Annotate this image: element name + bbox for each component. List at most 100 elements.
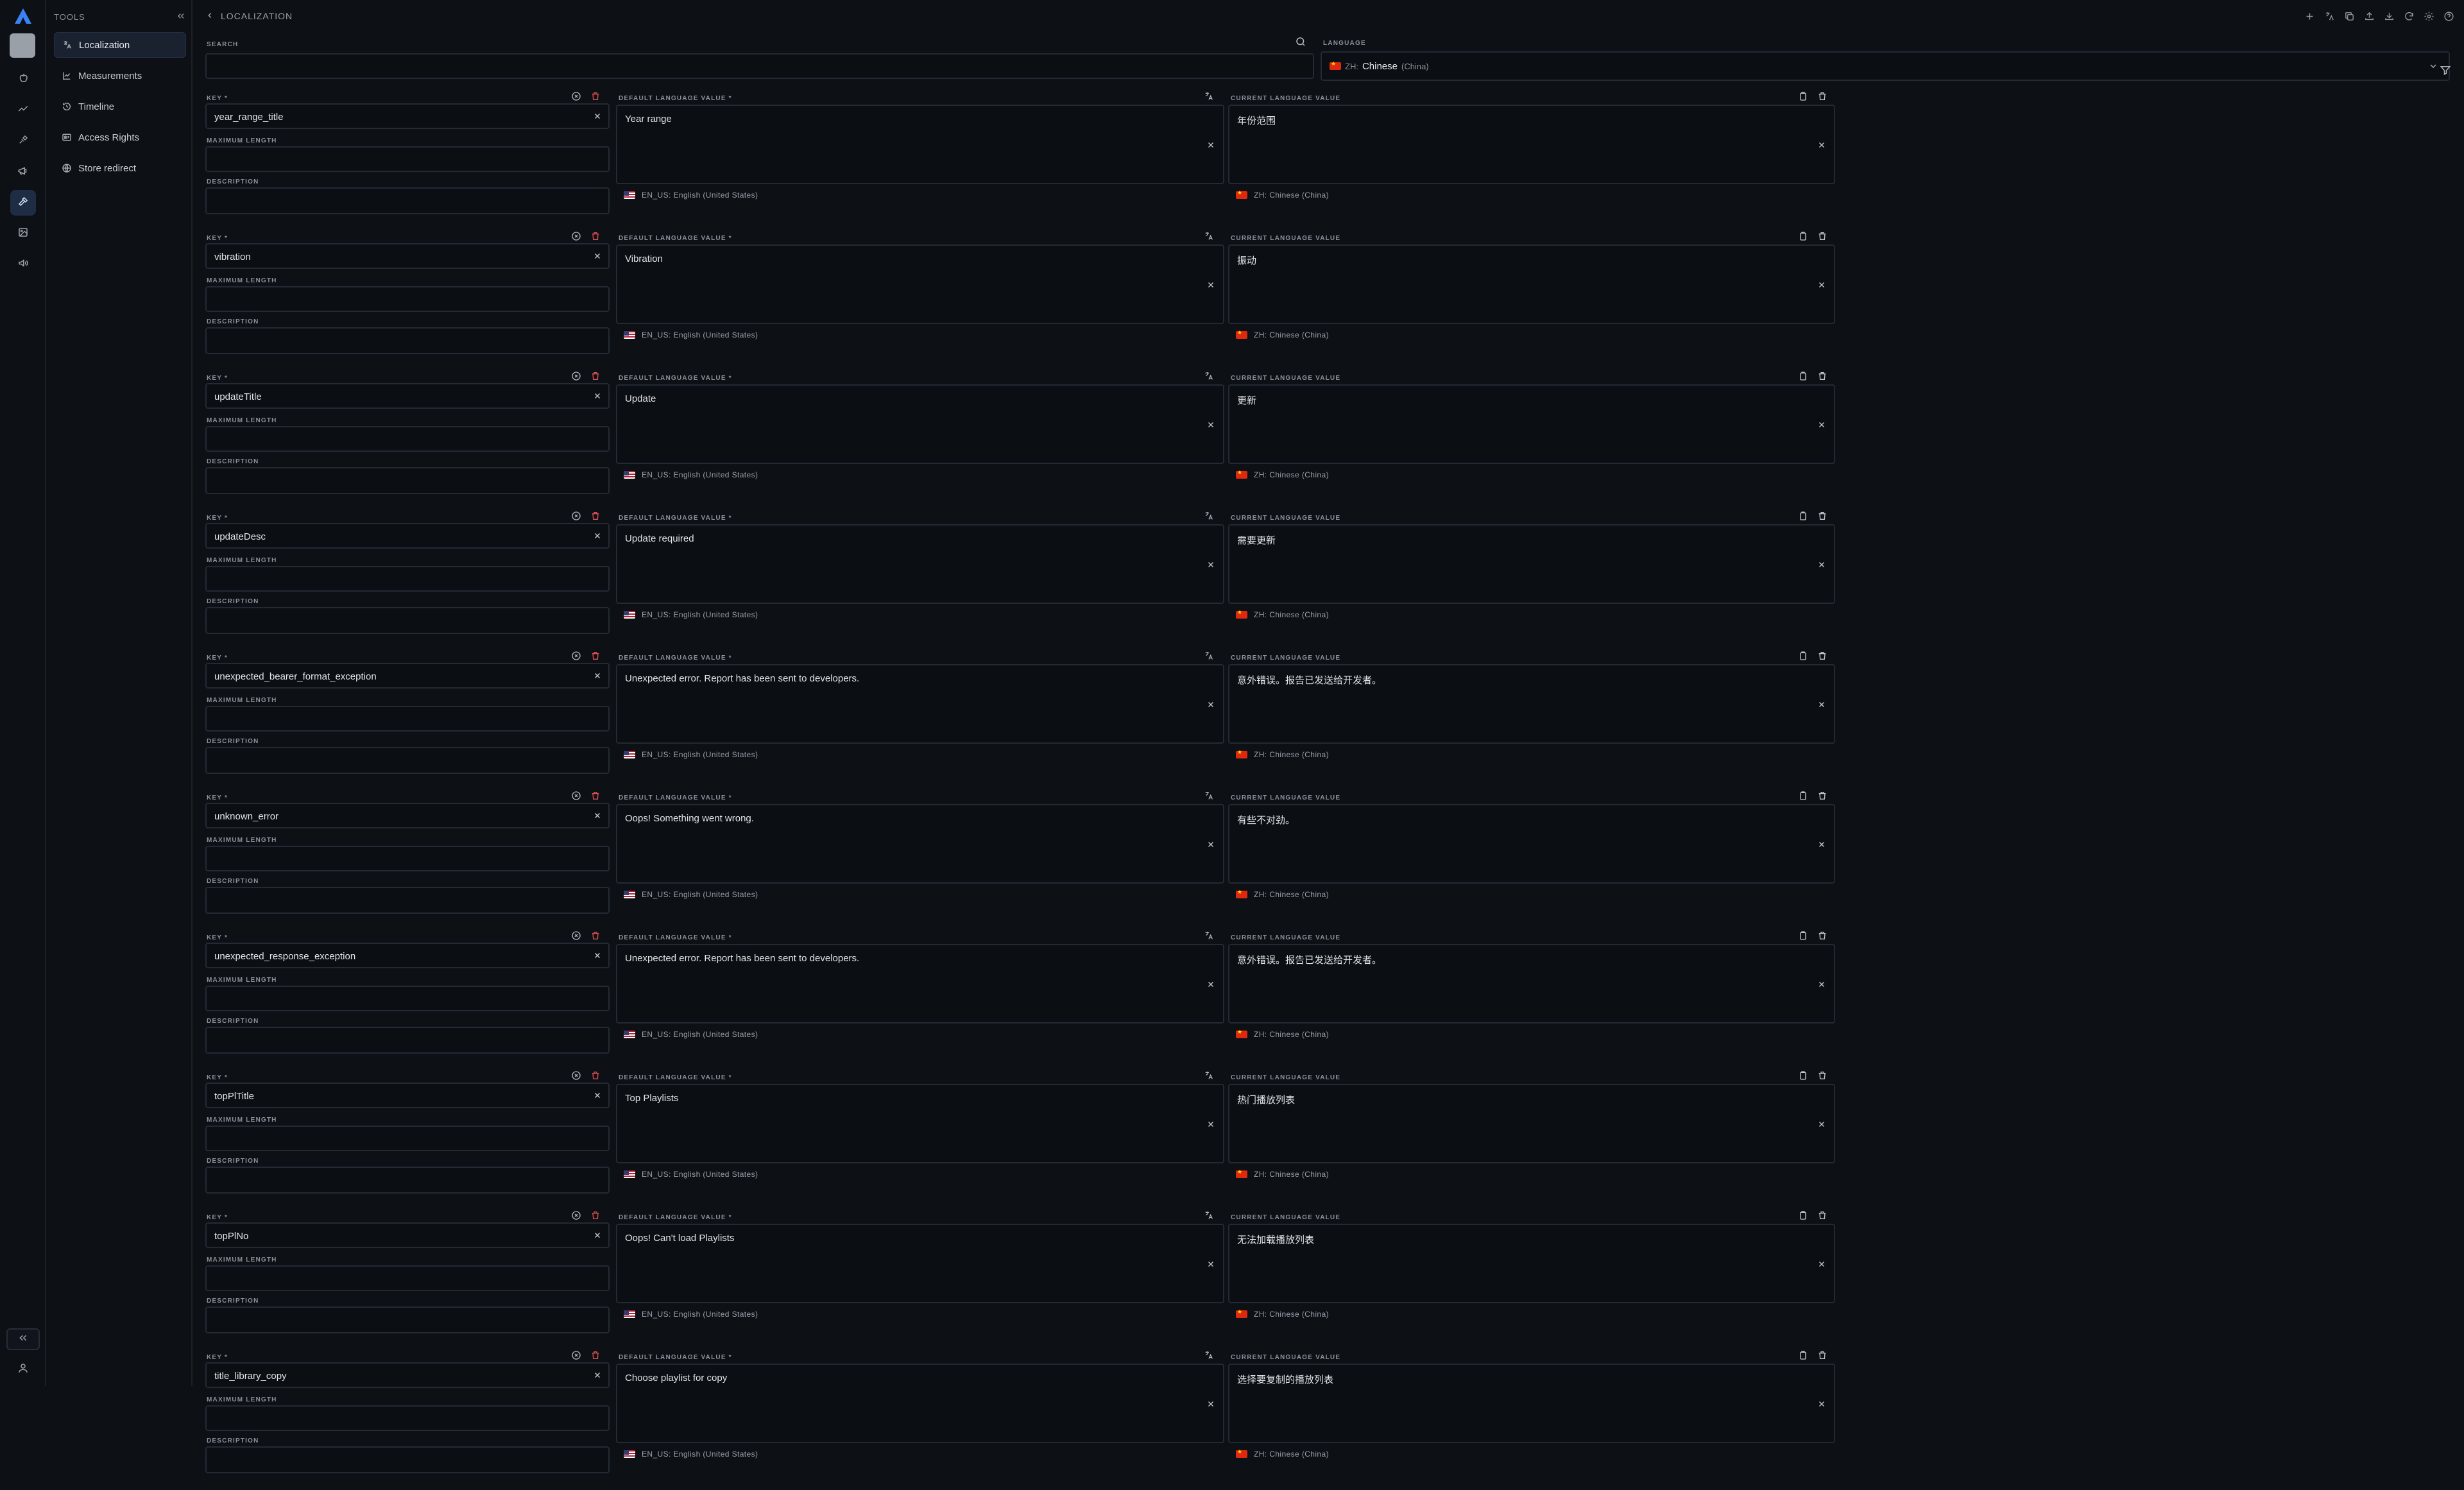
auto-translate-entry-button[interactable] [1204,1350,1215,1362]
rail-item-campaigns[interactable] [10,159,36,185]
key-field[interactable]: updateDesc [205,523,610,549]
auto-translate-entry-button[interactable] [1204,1210,1215,1222]
description-field[interactable] [205,1167,610,1194]
key-field[interactable]: title_library_copy [205,1362,610,1388]
rail-item-media[interactable] [10,221,36,246]
key-field[interactable]: year_range_title [205,103,610,129]
current-value-field[interactable]: 无法加载播放列表 [1228,1224,1835,1303]
description-field[interactable] [205,747,610,774]
copy-value-button[interactable] [1798,371,1810,382]
current-value-field[interactable]: 有些不对劲。 [1228,804,1835,884]
reset-key-button[interactable] [571,1070,583,1082]
rail-item-analytics[interactable] [10,98,36,123]
clear-current-button[interactable] [1817,141,1827,151]
max-length-field[interactable] [205,1405,610,1431]
reset-key-button[interactable] [571,651,583,662]
current-value-field[interactable]: 意外错误。报告已发送给开发者。 [1228,944,1835,1023]
clear-default-button[interactable] [1206,980,1217,990]
default-value-field[interactable]: Oops! Can't load Playlists [616,1224,1224,1303]
default-value-field[interactable]: Year range [616,105,1224,184]
delete-key-button[interactable] [590,1210,602,1222]
current-value-field[interactable]: 振动 [1228,244,1835,324]
reset-key-button[interactable] [571,371,583,382]
default-value-field[interactable]: Oops! Something went wrong. [616,804,1224,884]
description-field[interactable] [205,187,610,214]
default-value-field[interactable]: Vibration [616,244,1224,324]
copy-value-button[interactable] [1798,1210,1810,1222]
copy-value-button[interactable] [1798,651,1810,662]
delete-key-button[interactable] [590,1070,602,1082]
clear-current-button[interactable] [1817,420,1827,431]
key-field[interactable]: topPlTitle [205,1083,610,1108]
key-field[interactable]: topPlNo [205,1222,610,1248]
default-value-field[interactable]: Unexpected error. Report has been sent t… [616,944,1224,1023]
clear-current-button[interactable] [1817,980,1827,990]
auto-translate-entry-button[interactable] [1204,930,1215,942]
description-field[interactable] [205,467,610,494]
key-field[interactable]: unknown_error [205,803,610,828]
user-profile-button[interactable] [10,1357,36,1382]
description-field[interactable] [205,1306,610,1333]
tools-item-timeline[interactable]: Timeline [54,94,186,119]
clear-key-button[interactable] [593,951,603,961]
delete-key-button[interactable] [590,651,602,662]
clear-current-button[interactable] [1817,560,1827,570]
tools-item-store-redirect[interactable]: Store redirect [54,155,186,181]
clear-current-button[interactable] [1817,1400,1827,1410]
collapse-sidebar-button[interactable] [176,11,186,23]
clear-key-button[interactable] [593,1371,603,1381]
max-length-field[interactable] [205,846,610,871]
key-field[interactable]: updateTitle [205,383,610,409]
max-length-field[interactable] [205,146,610,172]
delete-key-button[interactable] [590,930,602,942]
key-field[interactable]: vibration [205,243,610,269]
collapse-rail-button[interactable] [6,1328,40,1350]
reset-key-button[interactable] [571,231,583,243]
auto-translate-entry-button[interactable] [1204,511,1215,522]
auto-translate-entry-button[interactable] [1204,231,1215,243]
delete-key-button[interactable] [590,511,602,522]
description-field[interactable] [205,887,610,914]
clear-default-button[interactable] [1206,1120,1217,1130]
delete-value-button[interactable] [1817,1350,1829,1362]
clear-default-button[interactable] [1206,700,1217,710]
reset-key-button[interactable] [571,91,583,103]
delete-key-button[interactable] [590,1350,602,1362]
key-field[interactable]: unexpected_bearer_format_exception [205,663,610,689]
current-value-field[interactable]: 意外错误。报告已发送给开发者。 [1228,664,1835,744]
description-field[interactable] [205,607,610,634]
default-value-field[interactable]: Update [616,384,1224,464]
clear-key-button[interactable] [593,112,603,122]
max-length-field[interactable] [205,426,610,452]
clear-default-button[interactable] [1206,420,1217,431]
current-value-field[interactable]: 更新 [1228,384,1835,464]
workspace-avatar[interactable] [10,33,35,58]
default-value-field[interactable]: Top Playlists [616,1084,1224,1163]
current-value-field[interactable]: 热门播放列表 [1228,1084,1835,1163]
tools-item-access-rights[interactable]: Access Rights [54,124,186,150]
clear-default-button[interactable] [1206,560,1217,570]
copy-value-button[interactable] [1798,91,1810,103]
clear-default-button[interactable] [1206,1260,1217,1270]
clear-key-button[interactable] [593,671,603,681]
reset-key-button[interactable] [571,1350,583,1362]
current-value-field[interactable]: 选择要复制的播放列表 [1228,1364,1835,1443]
description-field[interactable] [205,327,610,354]
auto-translate-entry-button[interactable] [1204,371,1215,382]
tools-item-localization[interactable]: Localization [54,32,186,58]
max-length-field[interactable] [205,1126,610,1151]
clear-default-button[interactable] [1206,1400,1217,1410]
copy-value-button[interactable] [1798,930,1810,942]
delete-key-button[interactable] [590,371,602,382]
delete-key-button[interactable] [590,231,602,243]
current-value-field[interactable]: 年份范围 [1228,105,1835,184]
delete-value-button[interactable] [1817,511,1829,522]
auto-translate-entry-button[interactable] [1204,791,1215,802]
clear-default-button[interactable] [1206,280,1217,291]
delete-value-button[interactable] [1817,371,1829,382]
clear-key-button[interactable] [593,811,603,821]
copy-value-button[interactable] [1798,231,1810,243]
delete-key-button[interactable] [590,791,602,802]
clear-current-button[interactable] [1817,1120,1827,1130]
reset-key-button[interactable] [571,1210,583,1222]
